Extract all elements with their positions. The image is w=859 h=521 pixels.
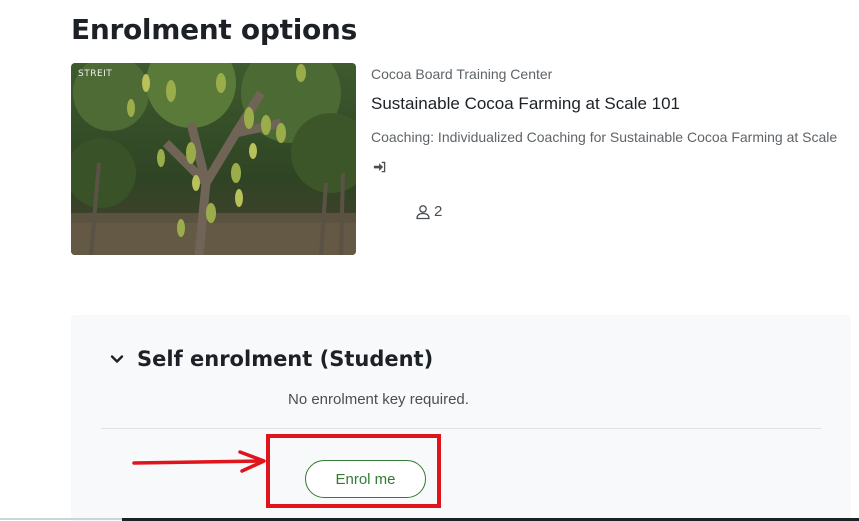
course-image[interactable]: STREIT [71,63,356,255]
section-title: Self enrolment (Student) [137,347,434,371]
divider [101,428,821,429]
course-category: Cocoa Board Training Center [371,66,553,82]
sign-in-icon [373,160,387,174]
course-summary: Coaching: Individualized Coaching for Su… [371,129,838,145]
enrolment-panel: Self enrolment (Student) No enrolment ke… [71,315,851,521]
participant-count: 2 [415,203,442,220]
self-enrolment-toggle[interactable]: Self enrolment (Student) [109,347,433,371]
course-name-link[interactable]: Sustainable Cocoa Farming at Scale 101 [371,94,680,114]
no-enrolment-key-text: No enrolment key required. [288,391,469,408]
annotation-arrow-icon [132,450,266,473]
participant-count-value: 2 [434,203,443,220]
annotation-highlight-box [266,434,441,508]
cocoa-tree-photo [71,63,356,255]
page-title: Enrolment options [71,13,357,46]
user-icon [416,204,430,219]
chevron-down-icon [110,355,124,363]
image-caption: STREIT [78,69,113,79]
